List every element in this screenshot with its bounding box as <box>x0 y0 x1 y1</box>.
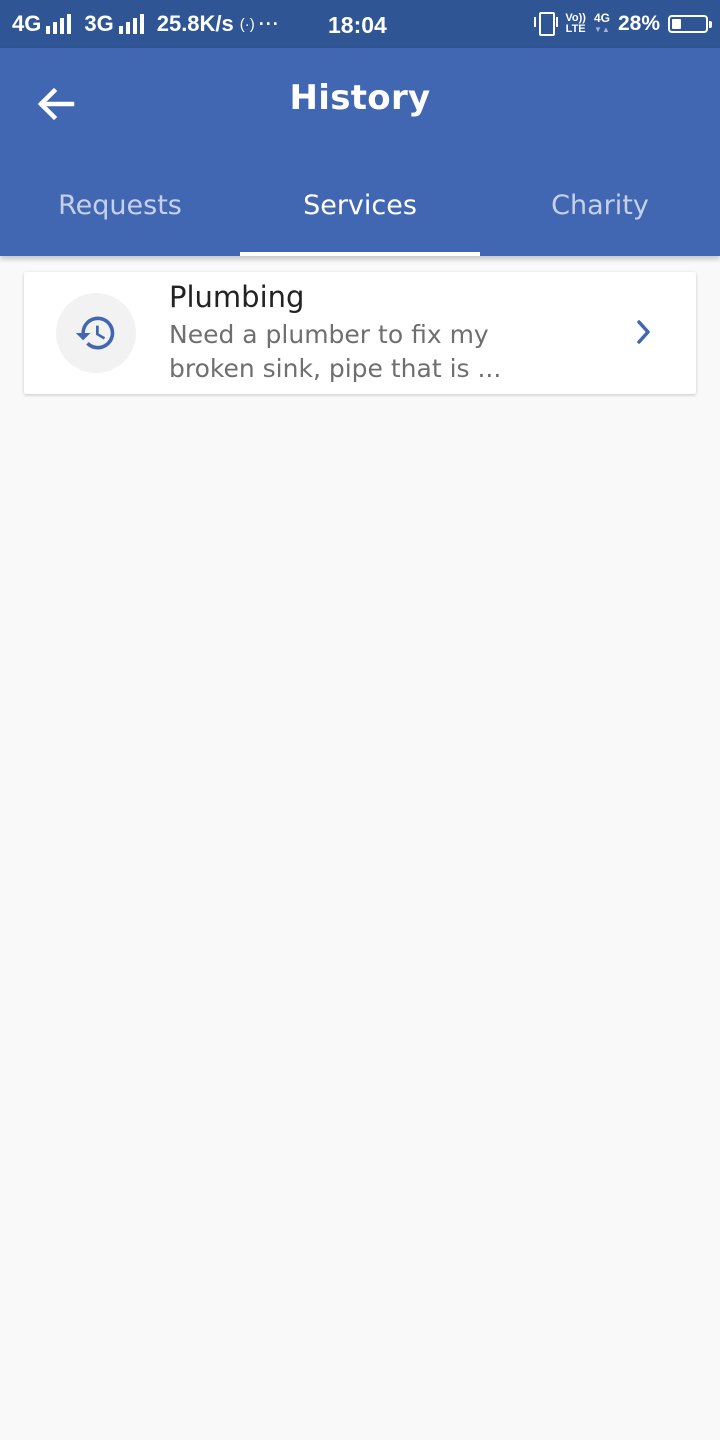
tab-charity-label: Charity <box>551 190 649 221</box>
status-bar-right: Vo)) LTE 4G ▼▲ 28% <box>534 0 712 48</box>
tab-bar: Requests Services Charity <box>0 160 720 256</box>
data-network-label: 4G <box>593 11 610 25</box>
tab-charity[interactable]: Charity <box>480 160 720 256</box>
tab-services[interactable]: Services <box>240 160 480 256</box>
tab-services-label: Services <box>303 190 417 221</box>
app-bar: History Requests Services Charity <box>0 48 720 256</box>
more-notifications-icon: ··· <box>258 13 280 34</box>
signal-bars-icon <box>46 14 74 34</box>
status-bar: 4G 3G 25.8K/s (·) ··· 18:04 Vo)) LTE 4G … <box>0 0 720 48</box>
battery-fill <box>672 19 681 29</box>
active-tab-indicator <box>240 252 480 256</box>
tab-requests[interactable]: Requests <box>0 160 240 256</box>
history-avatar <box>56 293 136 373</box>
list-item[interactable]: Plumbing Need a plumber to fix my broken… <box>24 272 696 394</box>
network-type-1: 4G <box>12 11 42 36</box>
network-type-2: 3G <box>84 11 114 36</box>
data-network-indicator: 4G ▼▲ <box>593 11 610 35</box>
history-icon <box>75 316 115 350</box>
network-speed: 25.8K/s <box>156 11 234 36</box>
volte-bottom-label: LTE <box>565 23 586 35</box>
tab-requests-label: Requests <box>58 190 182 221</box>
signal-bars-2-icon <box>118 14 147 34</box>
hotspot-icon: (·) <box>239 15 255 33</box>
item-description: Need a plumber to fix my broken sink, pi… <box>169 320 502 383</box>
status-bar-left: 4G 3G 25.8K/s (·) ··· <box>12 0 280 48</box>
status-time: 18:04 <box>328 12 387 38</box>
item-title: Plumbing <box>169 280 305 314</box>
chevron-right-icon[interactable] <box>636 319 652 345</box>
battery-percent: 28% <box>617 12 660 35</box>
volte-indicator: Vo)) LTE <box>565 13 586 35</box>
vibrate-icon <box>534 12 559 36</box>
battery-icon <box>668 15 712 33</box>
page-title: History <box>289 78 431 118</box>
data-arrows-icon: ▼▲ <box>594 25 610 34</box>
